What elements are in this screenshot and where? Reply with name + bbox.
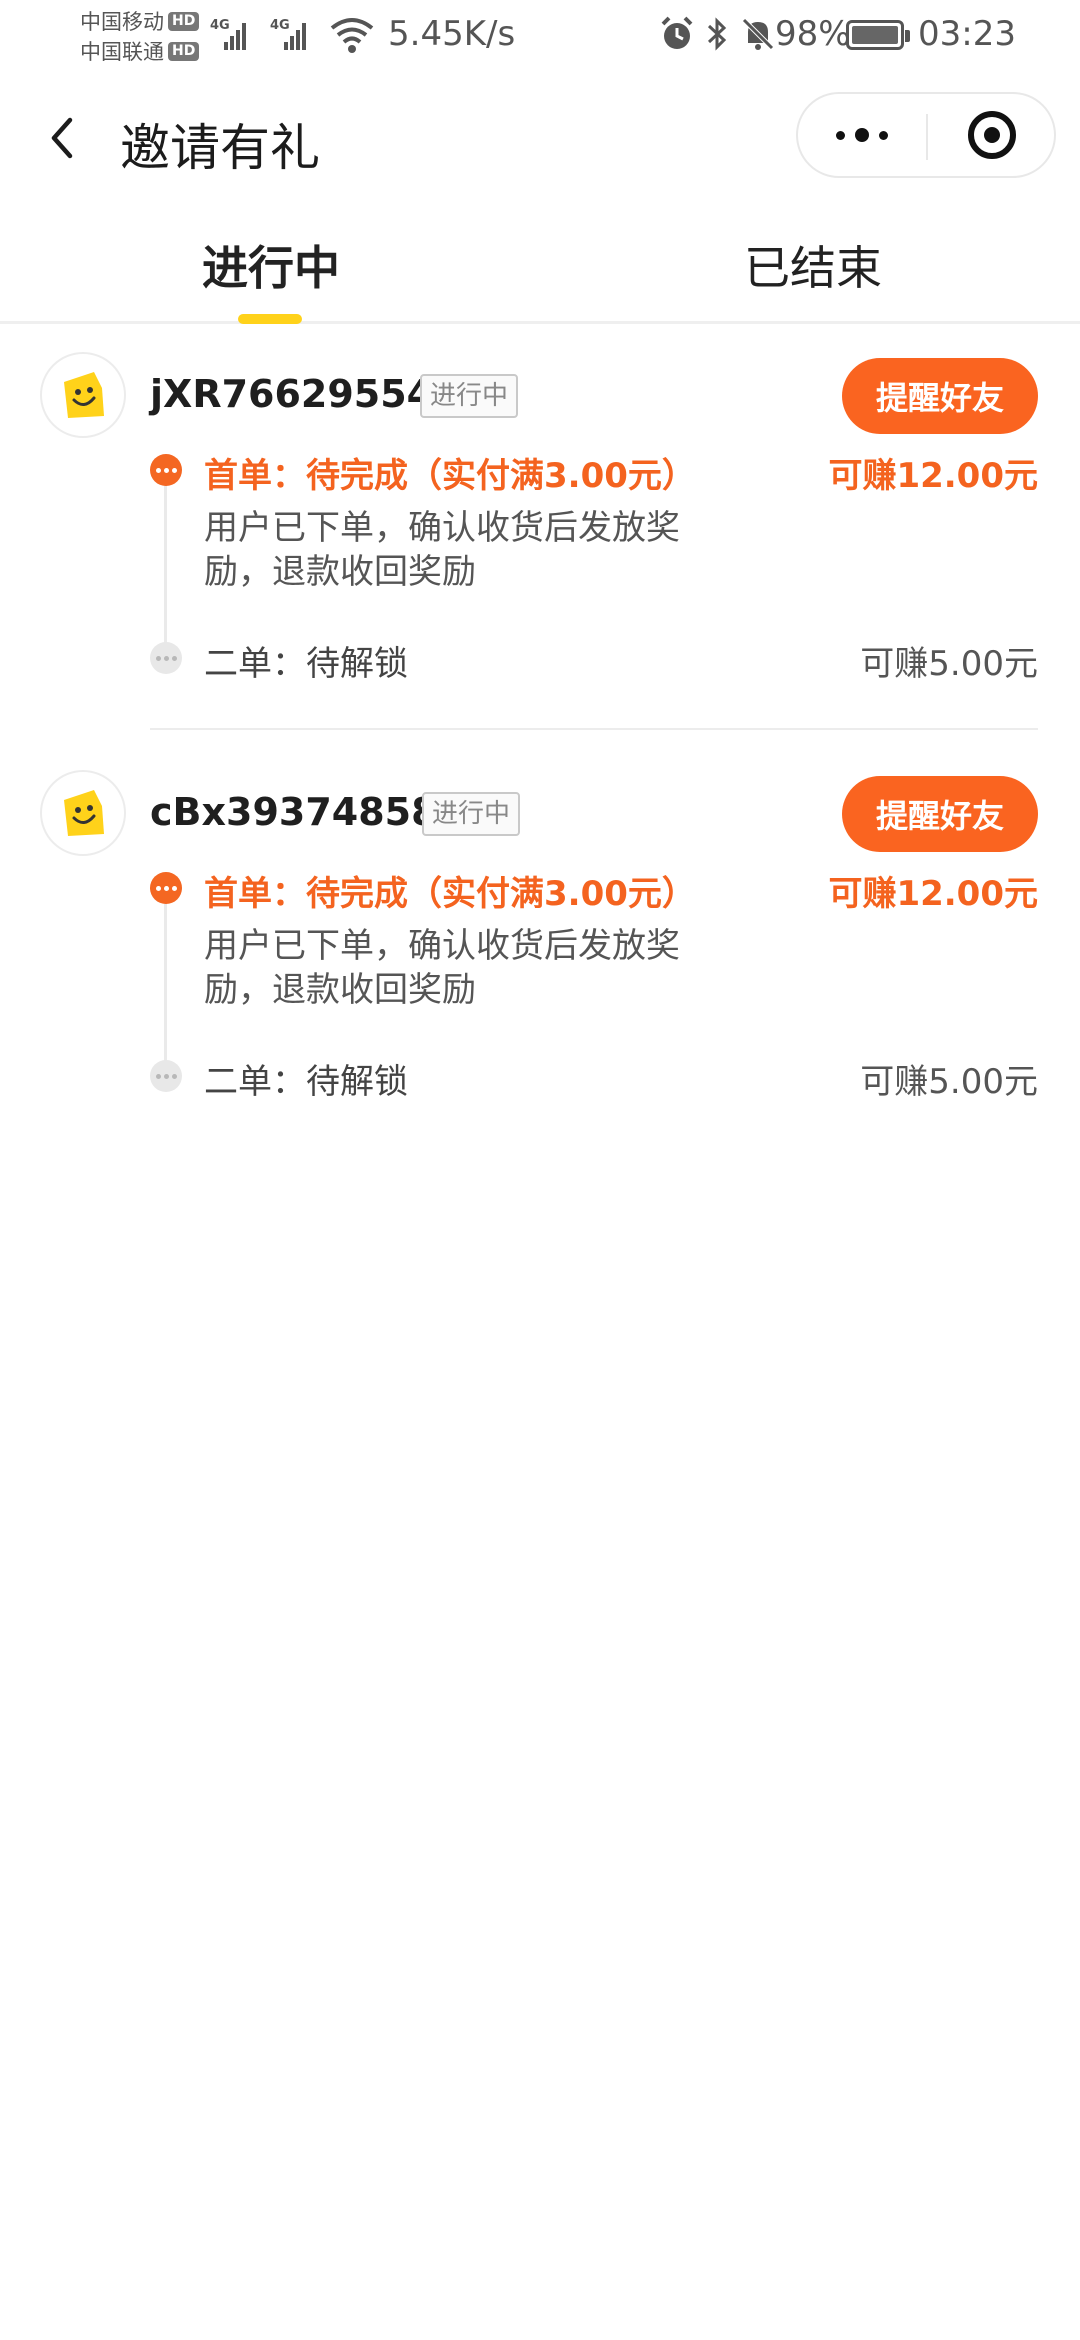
first-order-reward: 可赚12.00元	[828, 456, 1038, 496]
mute-bell-icon	[740, 16, 776, 56]
status-badge: 进行中	[422, 792, 521, 836]
bluetooth-icon	[706, 16, 728, 56]
hd-badge: HD	[168, 41, 200, 61]
signal-1-icon: 4G	[210, 18, 250, 56]
network-type-label: 4G	[270, 18, 290, 33]
wifi-icon	[330, 16, 374, 60]
page-title: 邀请有礼	[120, 119, 320, 177]
back-button[interactable]	[36, 110, 92, 166]
network-type-label: 4G	[210, 18, 230, 33]
battery-percent: 98%	[775, 14, 851, 54]
first-order-reward: 可赚12.00元	[828, 874, 1038, 914]
status-badge: 进行中	[420, 374, 519, 418]
smiley-avatar-icon	[64, 790, 104, 836]
tab-bar: 进行中 已结束	[0, 210, 1080, 324]
avatar	[40, 352, 126, 438]
second-order-status: 二单：待解锁	[204, 644, 408, 684]
first-order-status: 首单：待完成（实付满3.00元）	[204, 874, 696, 914]
tab-active-indicator	[238, 314, 302, 324]
mini-program-capsule	[796, 92, 1056, 178]
carrier-info: 中国移动 HD 中国联通 HD	[80, 6, 210, 66]
avatar	[40, 770, 126, 856]
tab-in-progress[interactable]: 进行中	[202, 232, 340, 298]
status-bar: 中国移动 HD 中国联通 HD 4G 4G 5.45K/s 98% 03:23	[0, 0, 1080, 76]
alarm-icon	[660, 16, 694, 56]
target-circle-icon	[968, 111, 1016, 159]
first-order-description: 用户已下单，确认收货后发放奖励，退款收回奖励	[204, 508, 680, 592]
remind-friend-button[interactable]: 提醒好友	[842, 776, 1038, 852]
timeline-line	[164, 898, 167, 1078]
locked-dot-icon	[150, 642, 182, 674]
timeline-line	[164, 480, 167, 660]
carrier-2-name: 中国联通	[80, 40, 164, 64]
first-order-status: 首单：待完成（实付满3.00元）	[204, 456, 696, 496]
clock: 03:23	[918, 14, 1016, 54]
invitee-id: jXR766295549	[150, 372, 460, 416]
tab-ended[interactable]: 已结束	[744, 232, 882, 298]
hd-badge: HD	[168, 11, 200, 31]
second-order-status: 二单：待解锁	[204, 1062, 408, 1102]
first-order-description: 用户已下单，确认收货后发放奖励，退款收回奖励	[204, 926, 680, 1010]
second-order-reward: 可赚5.00元	[860, 1062, 1038, 1102]
remind-friend-button[interactable]: 提醒好友	[842, 358, 1038, 434]
more-dots-icon	[836, 130, 845, 140]
battery-charging-icon	[846, 20, 910, 50]
close-button[interactable]	[928, 94, 1056, 176]
second-order-reward: 可赚5.00元	[860, 644, 1038, 684]
smiley-avatar-icon	[64, 372, 104, 418]
chevron-left-icon	[51, 117, 73, 159]
signal-2-icon: 4G	[270, 18, 320, 56]
carrier-1-name: 中国移动	[80, 10, 164, 34]
in-progress-dot-icon	[150, 454, 182, 486]
more-button[interactable]	[798, 94, 926, 176]
card-divider	[150, 728, 1038, 730]
net-speed: 5.45K/s	[388, 14, 516, 54]
in-progress-dot-icon	[150, 872, 182, 904]
locked-dot-icon	[150, 1060, 182, 1092]
invitee-id: cBx393748586	[150, 790, 464, 834]
nav-bar: 邀请有礼	[0, 88, 1080, 188]
